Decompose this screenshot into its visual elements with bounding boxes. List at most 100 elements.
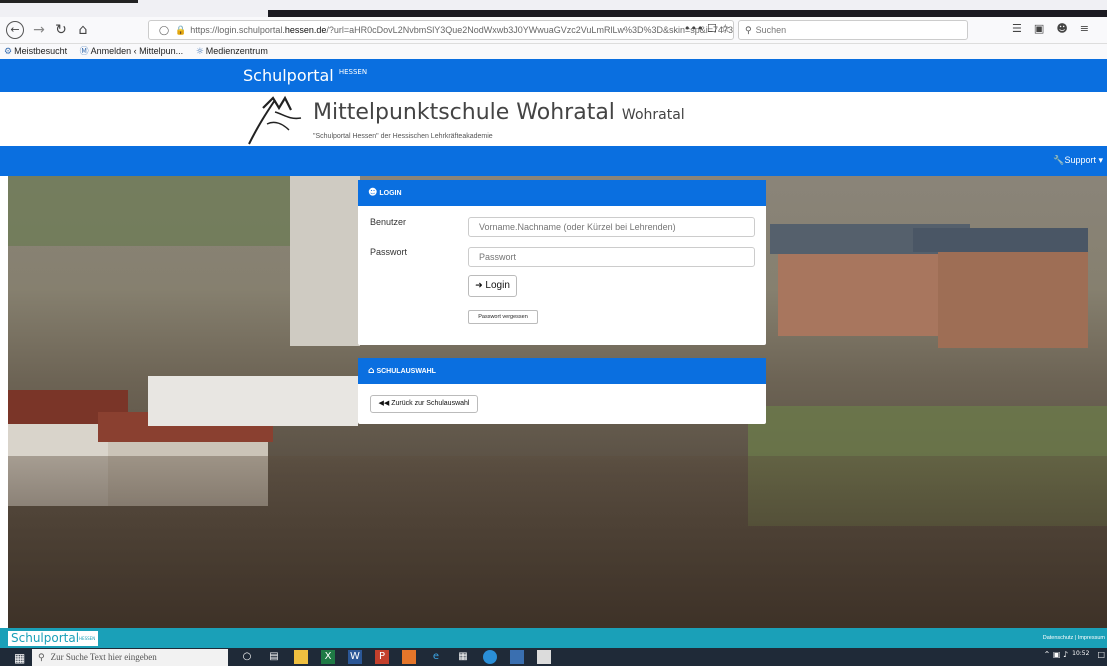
browser-search-input[interactable]: ⚲ Suchen: [738, 20, 968, 40]
clock-time: 10:52: [1072, 650, 1090, 657]
browser-toolbar: ← → ↻ ⌂ ◯ 🔒 https://login.schulportal.hess…: [0, 17, 1107, 44]
school-select-header: ⌂ SCHULAUSWAHL: [358, 358, 766, 384]
edge-icon[interactable]: e: [429, 650, 443, 664]
sidebar-icon[interactable]: ▣: [1034, 22, 1056, 35]
active-tab-indicator[interactable]: [0, 0, 138, 3]
school-location: Wohratal: [621, 107, 685, 123]
school-title: Mittelpunktschule Wohratal Wohratal: [313, 100, 685, 125]
toolbar-icons: ☰▣☻≡: [1012, 22, 1101, 35]
gear-icon: ⚙: [4, 47, 13, 57]
clock[interactable]: 10:52: [1072, 650, 1089, 657]
school-header: Mittelpunktschule Wohratal Wohratal "Sch…: [0, 92, 1107, 146]
powerpoint-icon[interactable]: P: [375, 650, 389, 664]
url-bar[interactable]: ◯ 🔒 https://login.schulportal.hessen.de/?u…: [148, 20, 734, 40]
photo-school-building: [938, 238, 1088, 348]
portal-footer: SchulportalHESSEN Datenschutz | Impressu…: [0, 628, 1107, 648]
library-icon[interactable]: ☰: [1012, 22, 1034, 35]
taskbar-apps: ○ ▤ X W Pe ▦: [240, 650, 564, 666]
system-tray: ⌃ ▣ ♪ 10:52 □: [1044, 650, 1105, 659]
login-header-label: LOGIN: [379, 190, 402, 197]
login-button[interactable]: ➜ Login: [468, 275, 517, 297]
login-button-label: Login: [485, 280, 510, 291]
backward-icon: ◀◀: [378, 400, 390, 407]
sign-in-icon: ➜: [475, 281, 483, 291]
footer-links[interactable]: Datenschutz | Impressum: [1043, 635, 1105, 641]
account-icon[interactable]: ☻: [1056, 22, 1079, 35]
back-button[interactable]: ←: [6, 21, 24, 39]
login-panel-header: ☻ LOGIN: [358, 180, 766, 206]
forward-button[interactable]: →: [30, 21, 48, 39]
taskbar-search-placeholder: Zur Suche Text hier eingeben: [50, 652, 157, 662]
volume-icon[interactable]: ♪: [1063, 650, 1068, 659]
url-domain: hessen.de: [284, 25, 327, 35]
shield-icon[interactable]: ◯: [159, 26, 169, 36]
portal-brand-sup: HESSEN: [338, 68, 368, 76]
page-actions-menu[interactable]: ••• ☐ ☆: [684, 20, 730, 38]
school-name: Mittelpunktschule Wohratal: [313, 100, 615, 125]
app-icon[interactable]: [483, 650, 497, 664]
back-button-label: Zurück zur Schulauswahl: [391, 400, 470, 407]
reload-button[interactable]: ↻: [52, 21, 70, 39]
browser-tab-strip: [0, 0, 1107, 17]
menu-icon[interactable]: ≡: [1080, 22, 1101, 35]
url-prefix: https://login.schulportal.: [190, 25, 285, 35]
bookmark-medienzentrum[interactable]: ☼ Medienzentrum: [195, 46, 268, 57]
window-icon[interactable]: [537, 650, 551, 664]
windows-start-icon[interactable]: ▦: [14, 651, 25, 665]
footer-brand-sup: HESSEN: [79, 636, 96, 641]
word-icon[interactable]: W: [348, 650, 362, 664]
search-icon: ⚲: [38, 653, 45, 663]
cortana-icon[interactable]: ○: [240, 650, 254, 664]
bookmark-anmelden[interactable]: Ⓜ Anmelden ‹ Mittelpun...: [79, 46, 184, 57]
portal-nav-bar: 🔧Support ▾: [0, 146, 1107, 176]
portal-brand-text: Schulportal: [243, 66, 334, 85]
tray-arrow-icon[interactable]: ⌃: [1044, 650, 1051, 659]
bookmark-meistbesucht[interactable]: ⚙ Meistbesucht: [4, 46, 68, 57]
password-label: Passwort: [370, 247, 408, 257]
excel-icon[interactable]: X: [321, 650, 335, 664]
bookmarks-bar: ⚙ Meistbesucht Ⓜ Anmelden ‹ Mittelpun... ☼…: [0, 44, 1107, 59]
login-panel: ☻LOGIN Benutzer Passwort ➜ Login Passwor…: [358, 180, 766, 345]
lock-icon[interactable]: 🔒: [175, 26, 186, 36]
footer-brand-text: Schulportal: [11, 631, 80, 645]
network-icon[interactable]: ▣: [1053, 650, 1061, 659]
notifications-icon[interactable]: □: [1097, 650, 1105, 659]
browser-search-placeholder: Suchen: [755, 25, 787, 35]
url-path: /?url=aHR0cDovL2NvbmSlY3Que2NodWxwb3J0YW…: [326, 25, 734, 35]
globe-icon: ☼: [195, 47, 204, 57]
username-input[interactable]: [468, 217, 755, 237]
footer-brand[interactable]: SchulportalHESSEN: [8, 631, 99, 646]
photo-building: [148, 376, 358, 426]
outlook-icon[interactable]: [510, 650, 524, 664]
tab-strip-bar: [268, 10, 1107, 17]
home-button[interactable]: ⌂: [74, 21, 92, 39]
bookmark-label: Meistbesucht: [14, 46, 68, 56]
task-view-icon[interactable]: ▤: [267, 650, 281, 664]
school-logo: [248, 95, 302, 145]
store-icon[interactable]: ▦: [456, 650, 470, 664]
bookmark-label: Anmelden ‹ Mittelpun...: [90, 46, 184, 56]
password-input[interactable]: [468, 247, 755, 267]
institution-icon: ⌂: [368, 366, 375, 376]
forgot-password-button[interactable]: Passwort vergessen: [468, 310, 538, 324]
username-label: Benutzer: [370, 217, 407, 227]
user-icon: ☻: [368, 188, 378, 198]
taskbar-search-input[interactable]: ⚲ Zur Suche Text hier eingeben: [32, 649, 228, 666]
school-select-panel: ⌂ SCHULAUSWAHL ◀◀ Zurück zur Schulauswahl: [358, 358, 766, 424]
portal-top-bar: Schulportal HESSEN: [0, 59, 1107, 92]
school-subtitle: "Schulportal Hessen" der Hessischen Lehr…: [313, 133, 493, 140]
search-icon: ⚲: [745, 26, 752, 36]
support-menu[interactable]: 🔧Support ▾: [1053, 155, 1103, 166]
portal-brand[interactable]: Schulportal HESSEN: [243, 66, 367, 85]
file-explorer-icon[interactable]: [294, 650, 308, 664]
photo-hill: [8, 176, 328, 246]
photo-tower: [290, 176, 360, 346]
bookmark-label: Medienzentrum: [205, 46, 268, 56]
wordpress-icon: Ⓜ: [79, 47, 89, 57]
photo-trees: [8, 456, 1107, 628]
photo-solar-roof: [913, 228, 1088, 252]
wrench-icon: 🔧: [1053, 155, 1065, 165]
school-select-header-label: SCHULAUSWAHL: [376, 368, 436, 375]
back-to-school-select-button[interactable]: ◀◀ Zurück zur Schulauswahl: [370, 395, 478, 413]
firefox-icon[interactable]: [402, 650, 416, 664]
